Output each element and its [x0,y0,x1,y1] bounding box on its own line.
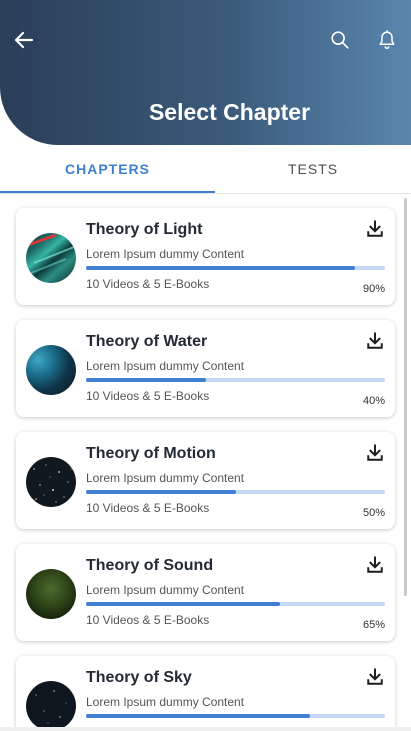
download-button[interactable] [364,330,386,352]
progress-bar [86,378,385,382]
chapter-thumbnail [26,345,76,395]
download-icon [367,220,383,237]
chapter-meta: 10 Videos & 5 E-Books [86,389,210,403]
progress-bar [86,490,385,494]
progress-fill [86,266,356,270]
chapter-title: Theory of Sound [86,557,214,574]
progress-bar [86,266,385,270]
chapter-card-water[interactable]: Theory of Water Lorem Ipsum dummy Conten… [16,320,395,417]
chapter-title: Theory of Sky [86,669,192,686]
bell-icon [379,30,395,49]
chapter-thumbnail [26,457,76,507]
page-title: Select Chapter [148,99,311,125]
chapter-thumbnail [26,681,76,731]
scrollbar[interactable] [404,198,407,596]
chapter-meta: 10 Videos & 5 E-Books [86,613,210,627]
chapter-meta: 10 Videos & 5 E-Books [86,277,210,291]
progress-fill [86,602,281,606]
progress-fill [86,714,311,718]
progress-bar [86,602,385,606]
chapter-list[interactable]: Theory of Light Lorem Ipsum dummy Conten… [0,194,411,731]
search-button[interactable] [326,26,354,54]
progress-fill [86,378,206,382]
chapter-subtitle: Lorem Ipsum dummy Content [86,247,245,261]
chapter-card-light[interactable]: Theory of Light Lorem Ipsum dummy Conten… [16,208,395,305]
arrow-left-icon [14,31,34,49]
chapter-card-sound[interactable]: Theory of Sound Lorem Ipsum dummy Conten… [16,544,395,641]
download-button[interactable] [364,666,386,688]
download-button[interactable] [364,218,386,240]
chapter-title: Theory of Motion [86,445,216,462]
chapter-card-motion[interactable]: Theory of Motion Lorem Ipsum dummy Conte… [16,432,395,529]
progress-percent: 40% [362,395,385,407]
download-icon [367,668,383,685]
chapter-subtitle: Lorem Ipsum dummy Content [86,471,245,485]
progress-percent: 90% [362,283,385,295]
chapter-thumbnail [26,569,76,619]
download-icon [367,556,383,573]
chapter-title: Theory of Water [86,333,208,350]
chapter-subtitle: Lorem Ipsum dummy Content [86,359,245,373]
chapter-subtitle: Lorem Ipsum dummy Content [86,583,245,597]
tab-chapters[interactable]: CHAPTERS [0,145,215,193]
progress-percent: 65% [362,619,385,631]
download-button[interactable] [364,554,386,576]
progress-bar [86,714,385,718]
chapter-subtitle: Lorem Ipsum dummy Content [86,695,245,709]
download-icon [367,332,383,349]
download-button[interactable] [364,442,386,464]
download-icon [367,444,383,461]
chapter-title: Theory of Light [86,221,203,238]
progress-percent: 50% [362,507,385,519]
notification-button[interactable] [373,26,401,54]
tab-bar: CHAPTERS TESTS [0,145,411,194]
chapter-card-sky[interactable]: Theory of Sky Lorem Ipsum dummy Content [16,656,395,731]
tab-tests[interactable]: TESTS [215,145,411,193]
chapter-thumbnail [26,233,76,283]
progress-fill [86,490,236,494]
search-icon [331,31,349,49]
bottom-divider [0,727,411,731]
chapter-meta: 10 Videos & 5 E-Books [86,501,210,515]
app-header: Select Chapter [0,0,411,145]
back-button[interactable] [10,26,38,54]
active-tab-indicator [0,191,215,193]
